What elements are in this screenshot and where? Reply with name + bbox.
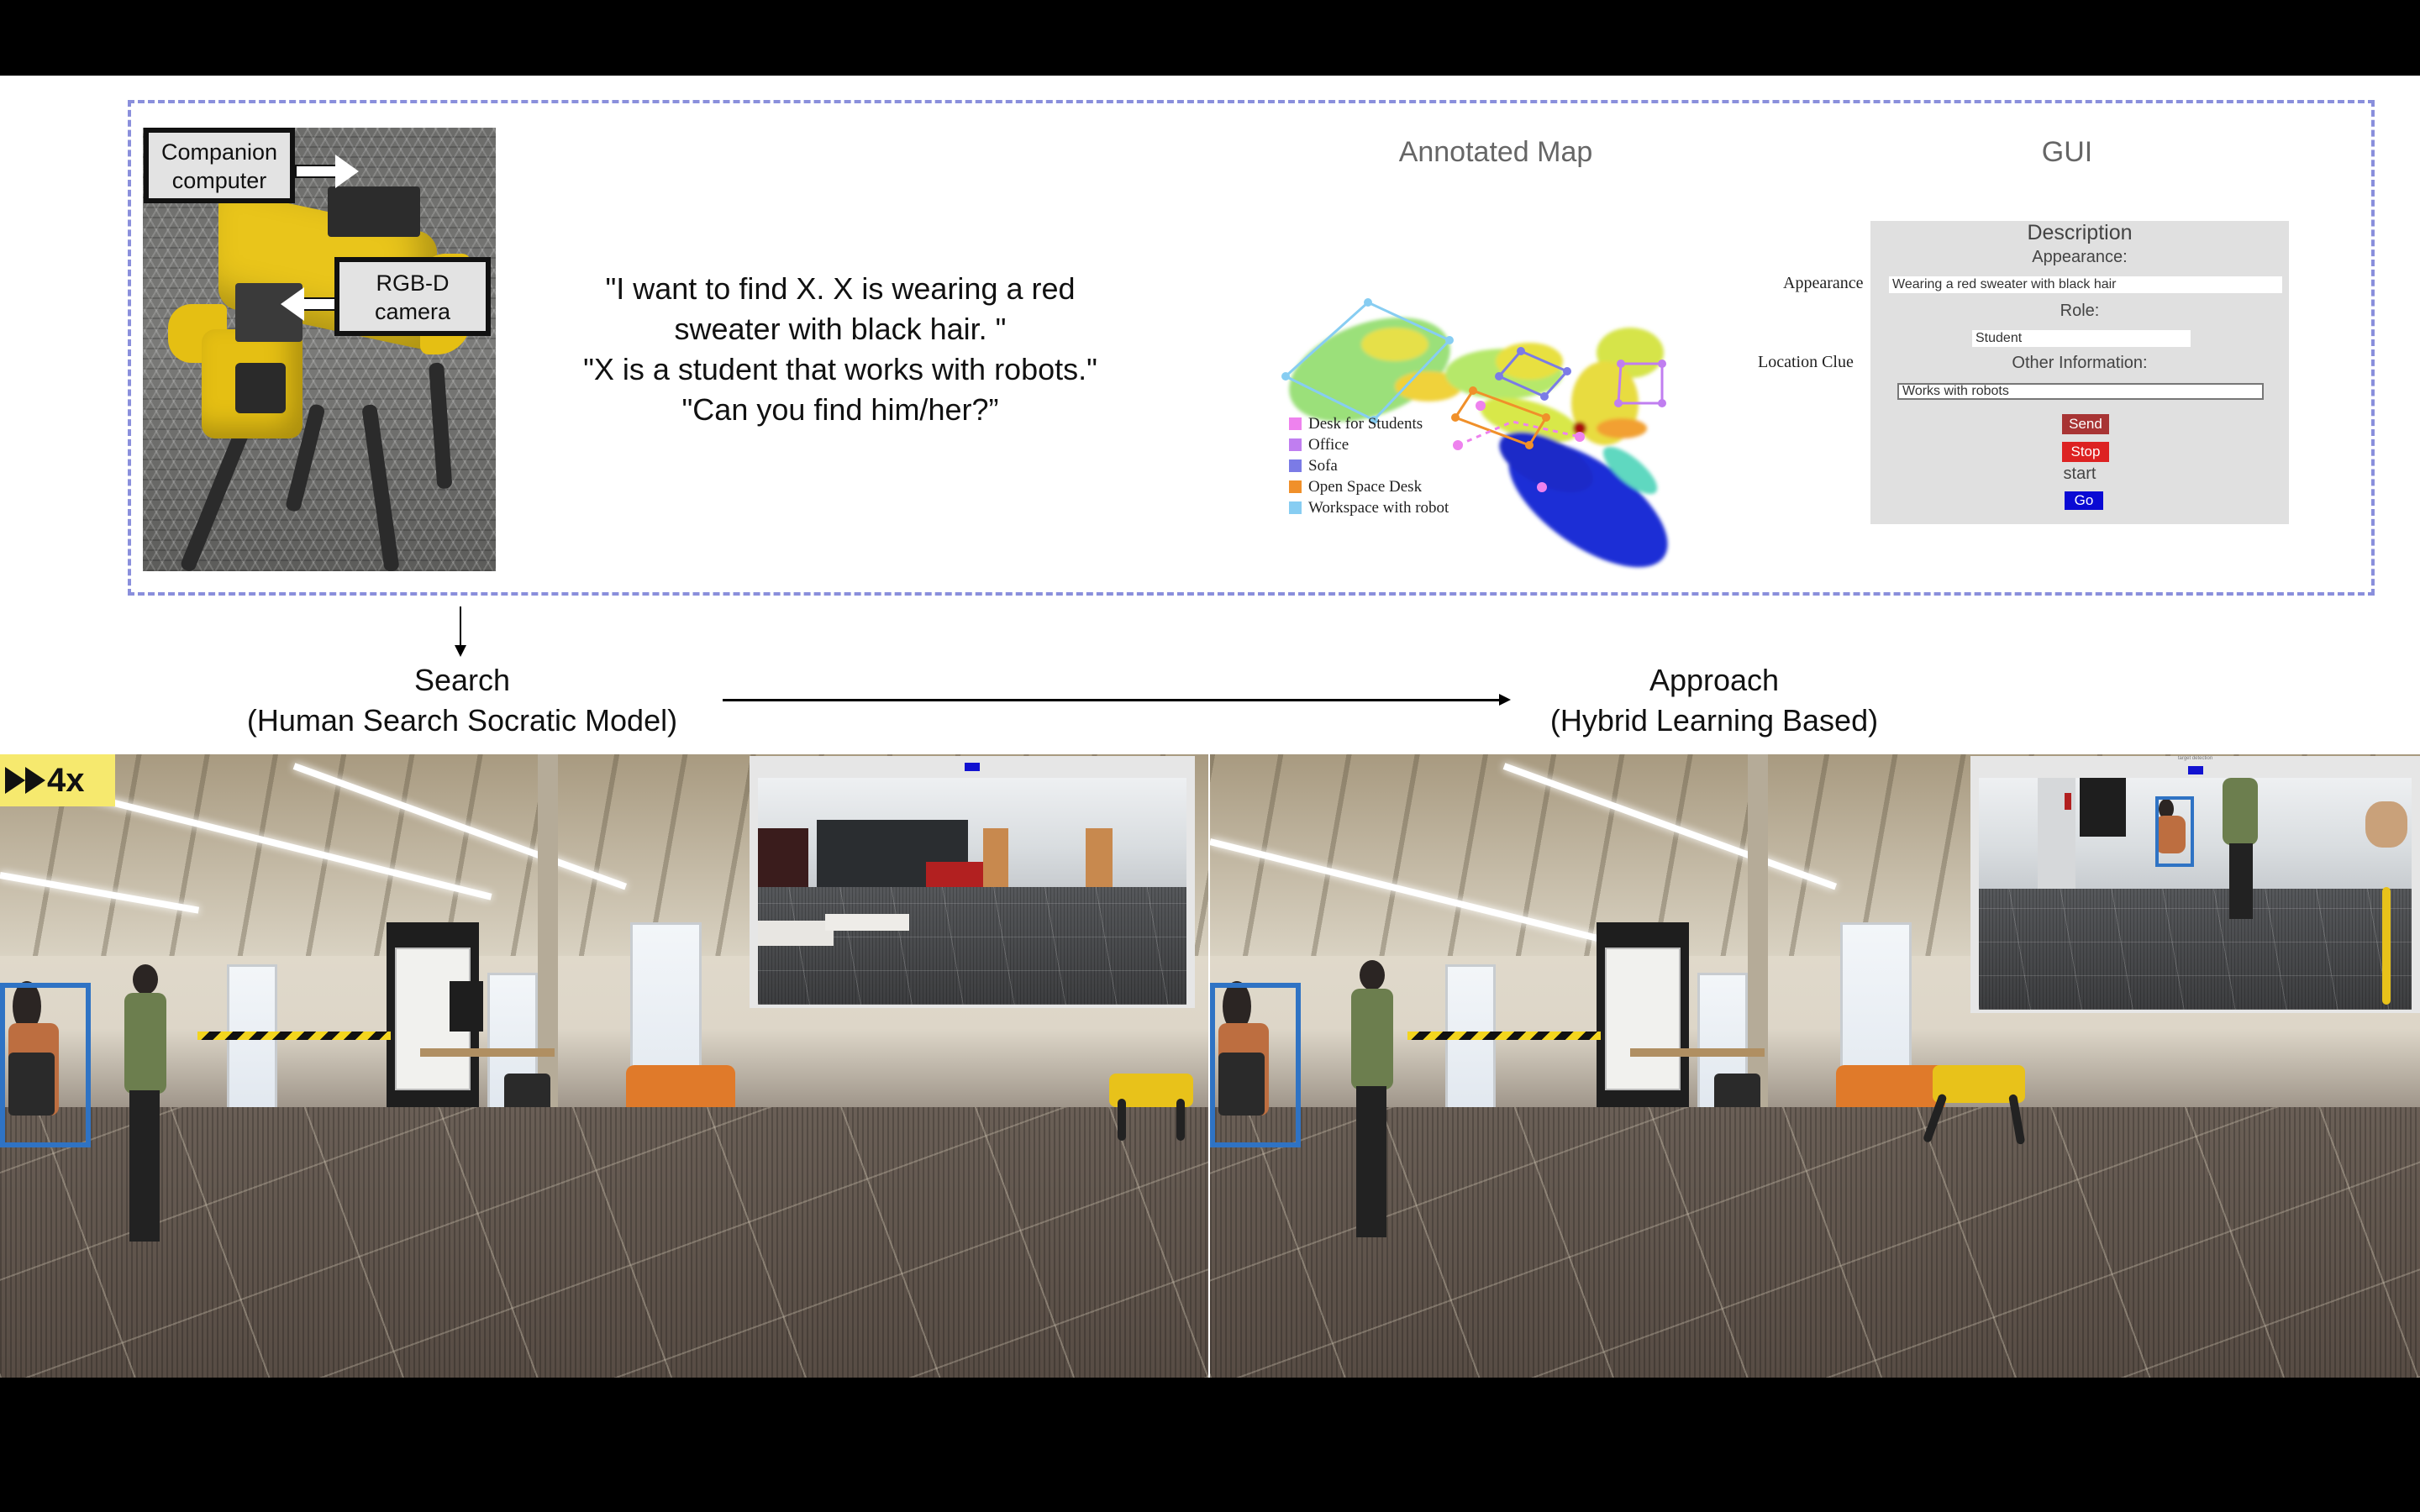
detection-box <box>1210 983 1301 1147</box>
appearance-side-label: Appearance <box>1783 274 1864 292</box>
camera-feed <box>1979 778 2412 1010</box>
dog-face-target <box>2365 801 2407 848</box>
legend-swatch <box>1289 501 1302 514</box>
arrow-left-icon <box>281 287 336 321</box>
appearance-label: Appearance: <box>2032 248 2128 266</box>
robot-leg <box>179 427 250 571</box>
legend-swatch <box>1289 480 1302 493</box>
appearance-input[interactable] <box>1889 276 2282 293</box>
legend-item: Office <box>1289 434 1449 455</box>
fire-extinguisher <box>2065 793 2071 810</box>
arrow-right-icon <box>295 155 359 188</box>
white-mat <box>825 914 909 931</box>
caution-tape <box>197 1032 391 1040</box>
floor <box>1979 889 2412 1010</box>
poster <box>1605 948 1681 1090</box>
companion-computer-callout: Companion computer <box>144 128 295 203</box>
target-detection-caption: target detection <box>2177 756 2213 761</box>
stop-button[interactable]: Stop <box>2062 442 2109 462</box>
other-information-input[interactable] <box>1897 383 2264 400</box>
gui-title: GUI <box>2041 136 2093 168</box>
legend-item: Desk for Students <box>1289 413 1449 434</box>
robot-front <box>202 329 302 438</box>
monitor <box>2080 778 2126 837</box>
search-stage-label: Search (Human Search Socratic Model) <box>246 663 678 738</box>
legend-item: Sofa <box>1289 455 1449 476</box>
white-mat <box>758 921 834 946</box>
location-clue-side-label: Location Clue <box>1758 353 1854 371</box>
monitor <box>450 981 483 1032</box>
legend-swatch <box>1289 459 1302 472</box>
arrow-down-icon <box>455 606 466 657</box>
send-button[interactable]: Send <box>2062 414 2109 434</box>
go-button[interactable]: Go <box>2065 491 2103 510</box>
map-legend: Desk for Students Office Sofa Open Space… <box>1289 413 1449 518</box>
annotated-map-title: Annotated Map <box>1398 136 1593 168</box>
go-button-mini[interactable] <box>2187 766 2203 774</box>
fast-forward-icon <box>5 767 45 794</box>
start-label: start <box>2063 465 2096 483</box>
arrow-right-icon <box>723 694 1511 706</box>
detection-box <box>2155 796 2194 867</box>
role-input[interactable] <box>1972 330 2191 347</box>
legend-item: Open Space Desk <box>1289 476 1449 497</box>
description-form: Description Appearance: Role: Other Info… <box>1870 221 2289 524</box>
other-information-label: Other Information: <box>2012 354 2148 372</box>
camera-feed <box>758 778 1186 1005</box>
floor <box>0 1107 1208 1378</box>
robot-leg <box>1118 1099 1126 1141</box>
legend-item: Workspace with robot <box>1289 497 1449 518</box>
robot-camera-view-search <box>750 756 1195 1008</box>
desk <box>420 1048 555 1057</box>
caution-tape <box>1407 1032 1601 1040</box>
role-label: Role: <box>2060 302 2100 320</box>
detection-box <box>0 983 91 1147</box>
approach-stage-label: Approach (Hybrid Learning Based) <box>1549 663 1879 738</box>
yellow-pole <box>2382 887 2391 1005</box>
go-button-mini[interactable] <box>965 763 980 771</box>
slide: Companion computer RGB-D camera "I want … <box>0 76 2420 1378</box>
legend-swatch <box>1289 417 1302 430</box>
robot-leg <box>429 362 453 490</box>
desk <box>1630 1048 1765 1057</box>
form-heading: Description <box>2027 221 2133 244</box>
playback-speed-badge: 4x <box>0 754 115 806</box>
user-request-quote: "I want to find X. X is wearing a red sw… <box>583 271 1097 427</box>
rgbd-camera-callout: RGB-D camera <box>334 257 491 336</box>
letterbox-bottom <box>0 1378 2420 1512</box>
robot-camera-view-approach: target detection <box>1970 756 2420 1013</box>
companion-computer-device <box>328 186 420 237</box>
robot-leg <box>361 403 400 571</box>
robot-leg <box>1176 1099 1185 1141</box>
floor <box>1210 1107 2420 1378</box>
legend-swatch <box>1289 438 1302 451</box>
